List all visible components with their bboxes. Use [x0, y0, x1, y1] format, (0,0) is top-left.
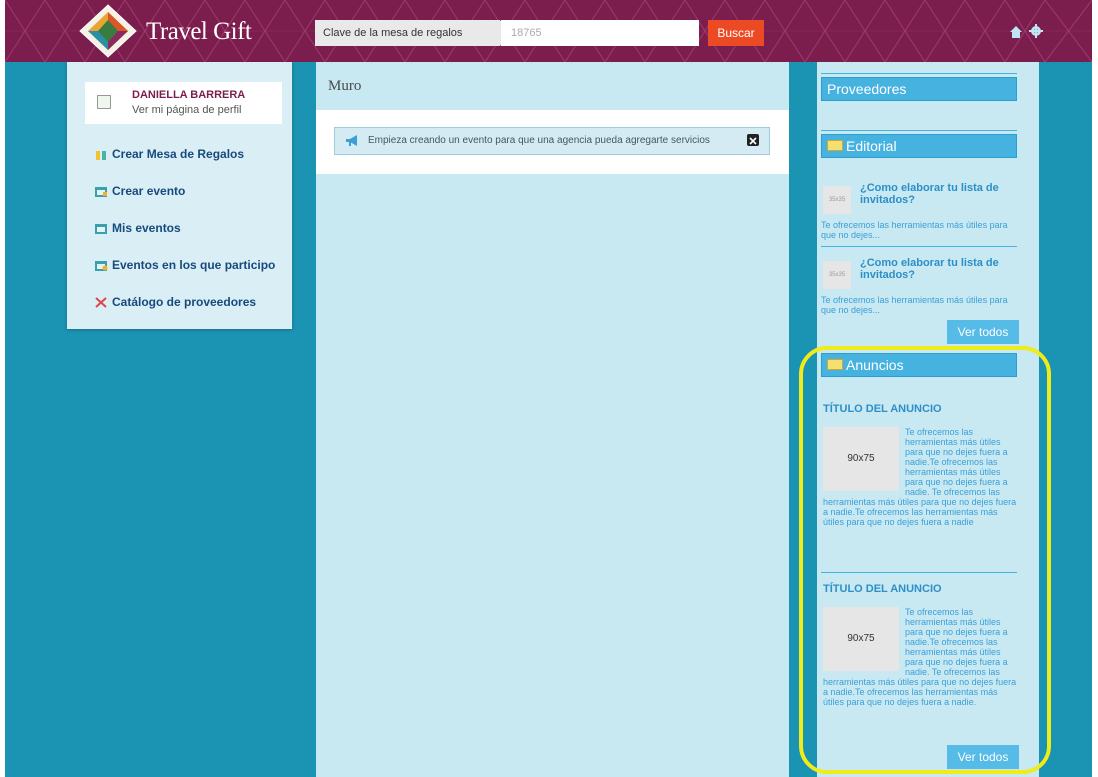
editorial-item-desc: Te ofrecemos las herramientas más útiles… [821, 295, 1008, 315]
main-content: Muro Empieza creando un evento para que … [316, 62, 789, 777]
book-icon [827, 140, 843, 151]
sidebar-item-mis-eventos[interactable]: Mis eventos [67, 212, 292, 249]
divider [821, 73, 1017, 74]
annotation-highlight [799, 346, 1051, 774]
gear-icon[interactable] [1029, 24, 1043, 38]
page: Travel Gift Clave de la mesa de regalos … [5, 0, 1092, 777]
home-icon[interactable] [1009, 25, 1023, 39]
megaphone-icon [346, 135, 357, 146]
editorial-header: Editorial [821, 134, 1017, 158]
left-sidebar: DANIELLA BARRERA Ver mi página de perfil… [67, 62, 292, 329]
profile-name[interactable]: DANIELLA BARRERA [132, 89, 245, 101]
sidebar-item-catalogo-proveedores[interactable]: Catálogo de proveedores [67, 286, 292, 323]
notice-banner: Empieza creando un evento para que una a… [334, 127, 770, 155]
notice-container: Empieza creando un evento para que una a… [316, 110, 789, 174]
sidebar-item-crear-evento[interactable]: Crear evento [67, 175, 292, 212]
sidebar-item-label: Eventos en los que participo [112, 258, 276, 272]
avatar[interactable] [97, 95, 111, 109]
divider [821, 246, 1017, 247]
suppliers-catalog-icon [95, 297, 107, 308]
editorial-title: Editorial [846, 138, 897, 154]
profile-card[interactable]: DANIELLA BARRERA Ver mi página de perfil [85, 82, 282, 124]
profile-link[interactable]: Ver mi página de perfil [132, 104, 241, 116]
editorial-thumbnail: 35x35 [823, 186, 851, 214]
proveedores-header[interactable]: Proveedores [821, 77, 1017, 101]
participating-events-icon [95, 261, 108, 271]
notice-text: Empieza creando un evento para que una a… [368, 135, 710, 146]
my-events-icon [95, 224, 107, 234]
create-event-icon [95, 187, 107, 197]
proveedores-title: Proveedores [827, 81, 907, 97]
divider [821, 130, 1017, 131]
header: Travel Gift Clave de la mesa de regalos … [5, 0, 1092, 62]
sidebar-item-label: Mis eventos [112, 221, 181, 235]
search-input[interactable] [501, 20, 699, 46]
close-icon[interactable] [747, 134, 759, 146]
editorial-item-desc: Te ofrecemos las herramientas más útiles… [821, 220, 1008, 240]
editorial-item-title[interactable]: ¿Como elaborar tu lista de invitados? [860, 257, 1010, 281]
sidebar-item-label: Crear evento [112, 184, 186, 198]
sidebar-item-crear-mesa[interactable]: Crear Mesa de Regalos [67, 138, 292, 175]
travel-gift-logo-icon[interactable] [78, 4, 138, 58]
search-label: Clave de la mesa de regalos [315, 20, 500, 46]
ver-todos-editorial-button[interactable]: Ver todos [947, 320, 1019, 344]
sidebar-item-label: Crear Mesa de Regalos [112, 147, 245, 161]
sidebar-item-label: Catálogo de proveedores [112, 295, 257, 309]
editorial-item-title[interactable]: ¿Como elaborar tu lista de invitados? [860, 182, 1010, 206]
search-button[interactable]: Buscar [708, 20, 764, 46]
gift-table-icon [96, 151, 106, 160]
sidebar-item-eventos-participo[interactable]: Eventos en los que participo [67, 249, 292, 286]
sidebar-nav: Crear Mesa de Regalos Crear evento Mis e… [67, 138, 292, 323]
editorial-thumbnail: 35x35 [823, 261, 851, 289]
brand-name[interactable]: Travel Gift [146, 18, 252, 46]
page-title: Muro [328, 78, 362, 94]
